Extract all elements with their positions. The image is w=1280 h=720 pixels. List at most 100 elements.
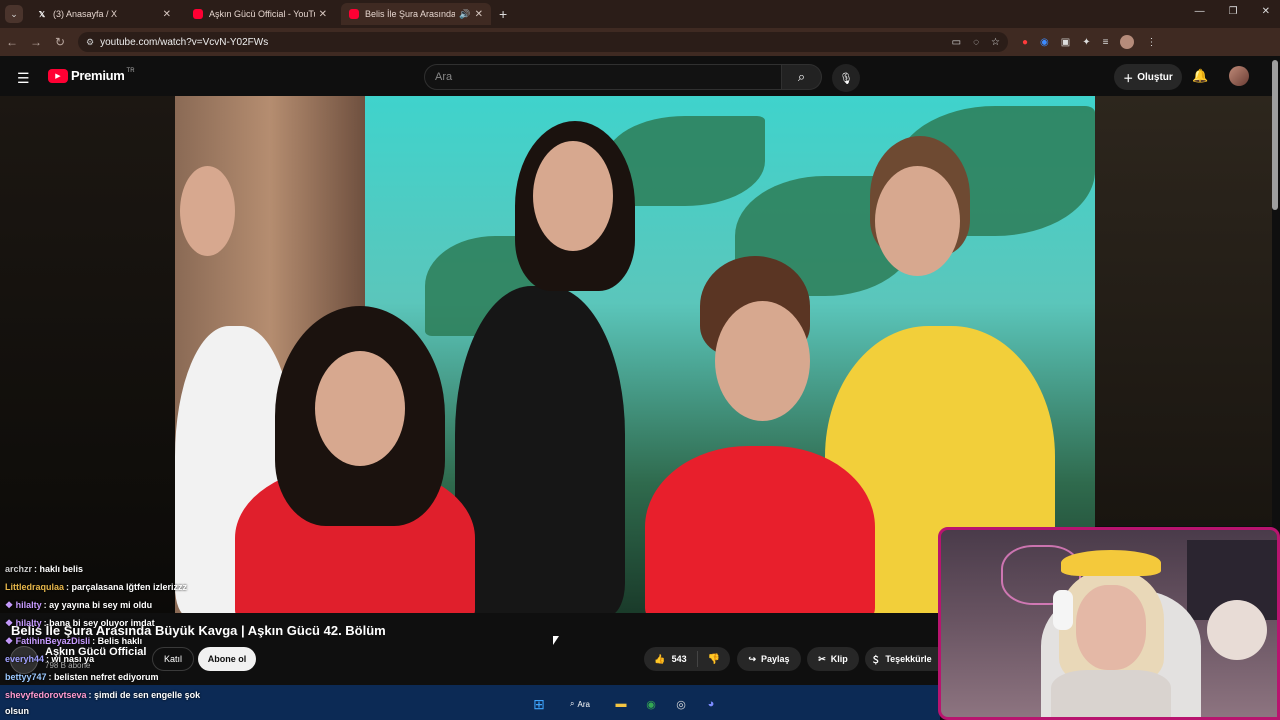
- youtube-icon: [193, 9, 203, 19]
- youtube-logo[interactable]: ▶ Premium TR: [48, 68, 135, 83]
- search-input[interactable]: Ara: [424, 64, 782, 90]
- taskbar-search[interactable]: ⌕ Ara: [560, 694, 600, 714]
- chat-message: archzr: haklı belis: [5, 564, 84, 574]
- join-button[interactable]: Katıl: [152, 647, 194, 671]
- browser-tab-bar: ⌄ 𝕏 (3) Anasayfa / X ✕ Aşkın Gücü Offici…: [0, 0, 1280, 28]
- tab-label: Aşkın Gücü Official - YouTube: [209, 9, 315, 19]
- plus-icon: ＋: [1123, 73, 1134, 85]
- x-icon: 𝕏: [38, 9, 46, 19]
- reload-icon[interactable]: ↻: [48, 35, 72, 49]
- youtube-play-icon: ▶: [48, 68, 68, 83]
- bell-icon[interactable]: 🔔: [1192, 68, 1208, 84]
- chat-text: şimdi de sen engelle şok: [94, 690, 201, 700]
- chat-text: wi nası ya: [51, 654, 95, 664]
- forward-icon[interactable]: →: [24, 35, 48, 49]
- shield-extension-icon[interactable]: ▣: [1061, 37, 1070, 48]
- share-button[interactable]: ↪ Paylaş: [737, 647, 801, 671]
- chat-username: shevyfedorovtseva: [5, 690, 87, 700]
- restore-icon[interactable]: ❐: [1229, 6, 1238, 17]
- close-window-icon[interactable]: ✕: [1262, 6, 1270, 17]
- back-icon[interactable]: ←: [0, 35, 24, 49]
- url-text: youtube.com/watch?v=VcvN-Y02FWs: [100, 36, 269, 48]
- minimize-icon[interactable]: —: [1195, 6, 1205, 17]
- account-avatar[interactable]: [1229, 66, 1249, 86]
- tab-x[interactable]: 𝕏 (3) Anasayfa / X ✕: [29, 3, 179, 25]
- audio-extension-icon[interactable]: ◉: [1040, 37, 1049, 48]
- taskbar: ⊞ ⌕ Ara ▬ ◉ ◎ ◕: [530, 690, 720, 718]
- page-scrollbar[interactable]: [1272, 60, 1278, 210]
- thanks-label: Teşekkürle: [885, 654, 932, 664]
- search-placeholder: Ara: [435, 71, 453, 83]
- thanks-button[interactable]: ＄ Teşekkürle: [865, 647, 938, 671]
- tab-askin-gucu[interactable]: Aşkın Gücü Official - YouTube ✕: [185, 3, 335, 25]
- chat-message: everyh44: wi nası ya: [5, 654, 95, 664]
- menu-dots-icon[interactable]: ⋮: [1146, 37, 1156, 48]
- pikachu-hat: [1061, 550, 1161, 576]
- video-person-head: [875, 166, 960, 276]
- taskbar-search-label: Ara: [577, 699, 590, 709]
- chat-text: belisten nefret ediyorum: [54, 672, 159, 682]
- tab-label: Belis İle Şura Arasında Büyü: [365, 9, 456, 19]
- ambient-right: [1095, 96, 1272, 526]
- chat-username: everyh44: [5, 654, 45, 664]
- new-tab-button[interactable]: +: [499, 6, 507, 22]
- dislike-button[interactable]: 👎: [698, 654, 730, 665]
- profile-avatar[interactable]: [1120, 35, 1135, 49]
- chat-username: hilalty: [15, 600, 42, 610]
- mic-icon: 🎙: [839, 72, 853, 85]
- discord-icon[interactable]: ◕: [702, 695, 720, 713]
- speaker-icon[interactable]: 🔊: [459, 9, 470, 20]
- close-icon[interactable]: ✕: [319, 9, 327, 20]
- create-button[interactable]: ＋ Oluştur: [1114, 64, 1182, 90]
- chat-message: olsun: [5, 706, 29, 716]
- puzzle-icon[interactable]: ✦: [1082, 37, 1090, 48]
- ambient-left: [0, 96, 175, 616]
- url-field[interactable]: ⚙ youtube.com/watch?v=VcvN-Y02FWs ▭ ◌ ☆: [78, 32, 1008, 52]
- scissors-icon: ✂: [818, 653, 826, 664]
- tab-label: (3) Anasayfa / X: [53, 9, 118, 19]
- omnibox-actions: ▭ ◌ ☆: [952, 37, 1000, 48]
- file-explorer-icon[interactable]: ▬: [612, 695, 630, 713]
- windows-start-icon[interactable]: ⊞: [530, 695, 548, 713]
- star-icon[interactable]: ☆: [991, 37, 1000, 48]
- chat-username: Littledraqulaa: [5, 582, 65, 592]
- badge-icon: ❖: [5, 636, 16, 646]
- record-extension-icon[interactable]: ●: [1022, 37, 1028, 48]
- subscribe-button[interactable]: Abone ol: [198, 647, 256, 671]
- chat-text: haklı belis: [39, 564, 84, 574]
- site-info-icon[interactable]: ⚙: [86, 37, 94, 48]
- tab-current-video[interactable]: Belis İle Şura Arasında Büyü 🔊 ✕: [341, 3, 491, 25]
- plush-toy: [1207, 600, 1267, 660]
- search-icon: ⌕: [570, 699, 575, 708]
- close-icon[interactable]: ✕: [163, 9, 171, 20]
- mouse-cursor: [553, 636, 559, 645]
- dollar-icon: ＄: [871, 654, 881, 665]
- menu-icon[interactable]: ☰: [17, 70, 30, 87]
- window-controls: — ❐ ✕: [1195, 6, 1270, 17]
- chat-message: ❖ hilalty: ay yayına bi sey mi oldu: [5, 600, 153, 610]
- tab-search-button[interactable]: ⌄: [5, 5, 23, 23]
- clip-button[interactable]: ✂ Klip: [807, 647, 859, 671]
- search-button[interactable]: ⌕: [782, 64, 822, 90]
- streamer-body: [1051, 670, 1171, 717]
- chat-message: ❖ hilalty: bana bi sey oluyor imdat: [5, 618, 155, 628]
- thumbs-up-icon: 👍: [654, 653, 666, 664]
- chat-username: bettyy747: [5, 672, 47, 682]
- voice-search-button[interactable]: 🎙: [832, 64, 860, 92]
- obs-icon[interactable]: ◎: [672, 695, 690, 713]
- share-label: Paylaş: [761, 654, 790, 664]
- eye-off-icon[interactable]: ◌: [973, 37, 979, 48]
- chrome-icon[interactable]: ◉: [642, 695, 660, 713]
- cast-icon[interactable]: ▭: [952, 37, 961, 48]
- media-control-icon[interactable]: ≡: [1103, 37, 1109, 48]
- clip-label: Klip: [830, 654, 848, 664]
- youtube-icon: [349, 9, 359, 19]
- share-icon: ↪: [748, 653, 756, 664]
- create-label: Oluştur: [1137, 71, 1173, 83]
- chat-text: Belis haklı: [97, 636, 143, 646]
- video-person-head: [715, 301, 810, 421]
- chat-username: archzr: [5, 564, 33, 574]
- video-person-head: [180, 166, 235, 256]
- like-button[interactable]: 👍 543: [644, 651, 698, 667]
- close-icon[interactable]: ✕: [475, 9, 483, 20]
